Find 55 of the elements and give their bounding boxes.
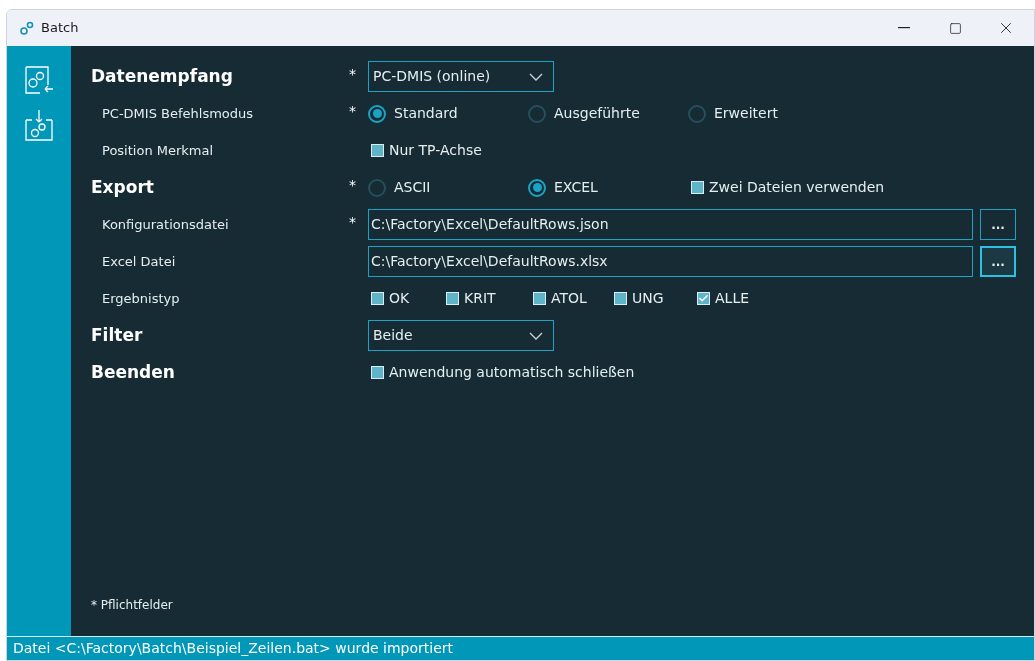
browse-button[interactable]: ... bbox=[980, 209, 1016, 240]
radio-button[interactable] bbox=[368, 104, 386, 123]
field-label: Position Merkmal bbox=[101, 141, 215, 160]
dropdown[interactable]: Beide bbox=[368, 320, 554, 351]
checkmark-icon bbox=[698, 293, 709, 304]
section-heading: Filter bbox=[91, 323, 144, 347]
radio-button[interactable] bbox=[688, 104, 706, 123]
required-mark: * bbox=[349, 65, 356, 84]
radio-label: EXCEL bbox=[554, 178, 598, 197]
field-label: Konfigurationsdatei bbox=[101, 215, 230, 234]
dropdown[interactable]: PC-DMIS (online) bbox=[368, 61, 554, 92]
chevron-down-icon bbox=[529, 72, 543, 81]
gears-icon bbox=[19, 20, 34, 36]
checkbox-label: KRIT bbox=[464, 289, 496, 308]
section-heading: Datenempfang bbox=[91, 64, 234, 88]
required-mark: * bbox=[349, 176, 356, 195]
chevron-down-icon bbox=[529, 331, 543, 340]
required-mark: * bbox=[349, 102, 356, 121]
checkbox[interactable] bbox=[614, 292, 627, 305]
path-field[interactable]: C:\Factory\Excel\DefaultRows.xlsx bbox=[368, 246, 973, 277]
radio-label: ASCII bbox=[394, 178, 431, 197]
checkbox-label: ALLE bbox=[715, 289, 750, 308]
checkbox[interactable] bbox=[371, 144, 384, 157]
checkbox[interactable] bbox=[691, 181, 704, 194]
checkbox-label: Zwei Dateien verwenden bbox=[709, 178, 885, 197]
radio-label: Ausgeführte bbox=[554, 104, 640, 123]
checkbox[interactable] bbox=[446, 292, 459, 305]
field-label: PC-DMIS Befehlsmodus bbox=[101, 104, 255, 123]
checkbox[interactable] bbox=[533, 292, 546, 305]
checkbox-label: UNG bbox=[632, 289, 664, 308]
radio-button[interactable] bbox=[528, 104, 546, 123]
section-heading: Beenden bbox=[91, 360, 176, 384]
browse-button[interactable]: ... bbox=[980, 246, 1016, 277]
required-mark: * bbox=[349, 213, 356, 232]
checkbox[interactable] bbox=[371, 366, 384, 379]
radio-button[interactable] bbox=[528, 178, 546, 197]
gears-download-icon[interactable] bbox=[23, 108, 55, 142]
checkbox-label: Nur TP-Achse bbox=[389, 141, 482, 160]
field-label: Ergebnistyp bbox=[101, 289, 181, 308]
window-title: Batch bbox=[41, 19, 79, 38]
checkbox-label: ATOL bbox=[551, 289, 587, 308]
section-heading: Export bbox=[91, 175, 155, 199]
checkbox-label: Anwendung automatisch schließen bbox=[389, 363, 635, 382]
field-label: Excel Datei bbox=[101, 252, 177, 271]
radio-button[interactable] bbox=[368, 178, 386, 197]
status-bar: Datei <C:\Factory\Batch\Beispiel_Zeilen.bat> wurde importiert bbox=[7, 636, 1034, 660]
radio-label: Standard bbox=[394, 104, 458, 123]
checkbox[interactable] bbox=[371, 292, 384, 305]
maximize-icon bbox=[948, 21, 962, 35]
path-field[interactable]: C:\Factory\Excel\DefaultRows.json bbox=[368, 209, 973, 240]
minimize-icon bbox=[898, 27, 910, 29]
checkbox-label: OK bbox=[389, 289, 410, 308]
checkbox[interactable] bbox=[697, 292, 710, 305]
footnote: * Pflichtfelder bbox=[91, 597, 174, 614]
radio-label: Erweitert bbox=[714, 104, 778, 123]
